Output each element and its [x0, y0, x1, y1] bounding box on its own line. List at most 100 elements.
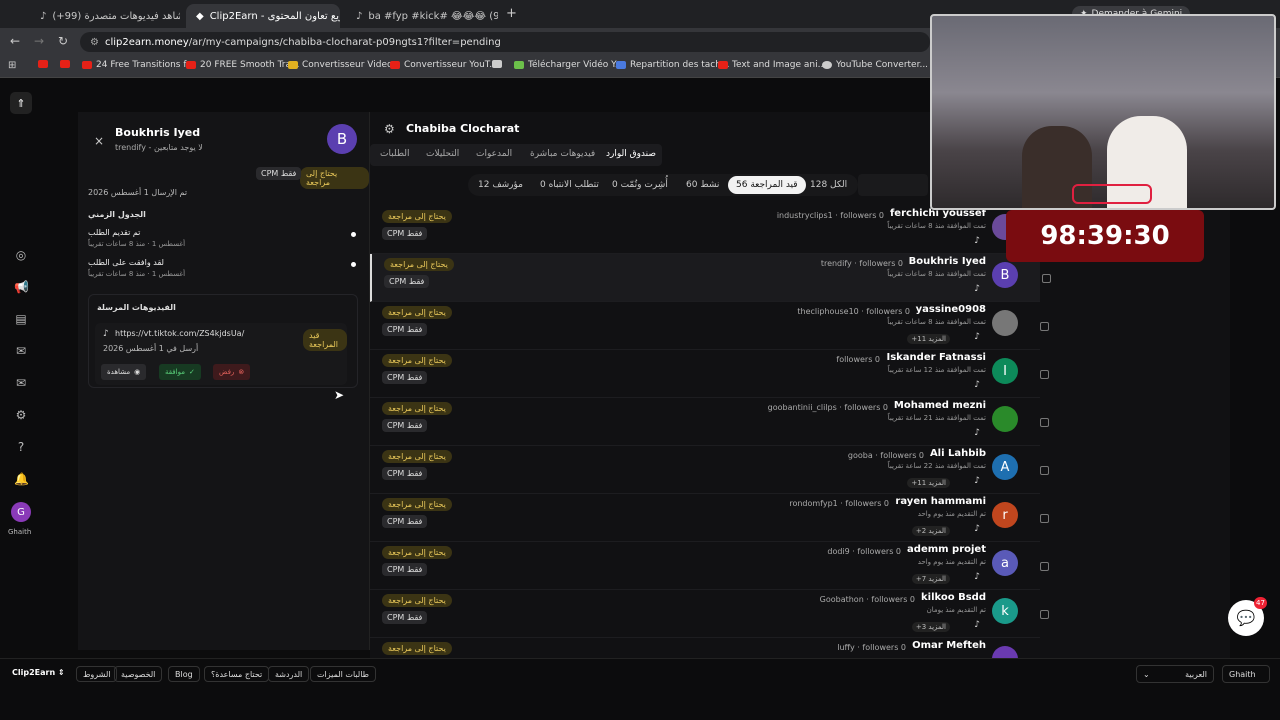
bookmark-1[interactable]: 24 Free Transitions f... [82, 60, 194, 70]
filter-pending[interactable]: قيد المراجعة 56 [728, 176, 806, 194]
user-avatar[interactable]: G [11, 502, 31, 522]
tiktok-icon[interactable]: ♪ [974, 476, 980, 486]
bookmark-youtube[interactable] [38, 60, 48, 68]
row-checkbox[interactable] [1040, 514, 1049, 523]
table-row[interactable]: يحتاج إلى مراجعة CPM فقط ademm projet تم ال… [370, 542, 1049, 590]
table-row[interactable]: يحتاج إلى مراجعةCPM فقطOmar Mefteh♪luffy… [370, 638, 1040, 658]
approve-button[interactable]: موافقة ✓ [159, 364, 201, 380]
footer-link-features[interactable]: طالبات الميزات [310, 666, 377, 682]
filter-active[interactable]: نشط 60 [678, 176, 727, 194]
table-row[interactable]: يحتاج إلى مراجعة CPM فقط Ali Lahbib تمت الم… [370, 446, 1049, 494]
table-row[interactable]: يحتاج إلى مراجعة CPM فقط Mohamed mezni تمت … [370, 398, 1049, 446]
row-checkbox[interactable] [1040, 322, 1049, 331]
tiktok-icon[interactable]: ♪ [974, 524, 980, 534]
tab-invited[interactable]: المدعوات [476, 149, 512, 159]
status-badge: يحتاج إلى مراجعة [382, 354, 452, 367]
applicant-name: Omar Mefteh [912, 640, 986, 651]
bookmark-4[interactable]: Convertisseur YouT... [390, 60, 498, 70]
cpm-chip: CPM فقط [382, 419, 428, 432]
tab-analytics[interactable]: التحليلات [426, 149, 459, 159]
close-icon[interactable]: × [94, 134, 104, 148]
row-checkbox[interactable] [1040, 370, 1049, 379]
row-checkbox[interactable] [1040, 466, 1049, 475]
table-row[interactable]: يحتاج إلى مراجعة CPM فقط Boukhris Iyed تمت … [370, 254, 1051, 302]
compass-icon[interactable]: ◎ [14, 248, 28, 262]
more-count[interactable]: +7 المزيد [911, 574, 950, 584]
footer-link-terms[interactable]: الشروط [76, 666, 118, 682]
table-row[interactable]: يحتاج إلى مراجعة CPM فقط rayen hammami تم ا… [370, 494, 1049, 542]
megaphone-icon[interactable]: 📢 [14, 280, 29, 294]
footer-link-blog[interactable]: Blog [168, 666, 200, 682]
tab-live-videos[interactable]: فيديوهات مباشرة [530, 149, 595, 159]
filter-flagged[interactable]: أُشِرت وتُمّت 0 [604, 176, 676, 194]
approval-time: تمت الموافقة منذ 21 ساعة تقريباً [887, 414, 986, 422]
filter-all[interactable]: الكل 128 [802, 176, 855, 194]
mail-icon[interactable]: ✉ [14, 376, 28, 390]
tiktok-icon[interactable]: ♪ [974, 620, 980, 630]
row-checkbox[interactable] [1040, 562, 1049, 571]
table-row[interactable]: يحتاج إلى مراجعة CPM فقط Iskander Fatnassi… [370, 350, 1049, 398]
table-row[interactable]: يحتاج إلى مراجعة CPM فقط ferchichi youssef… [370, 206, 1049, 254]
tiktok-icon[interactable]: ♪ [974, 572, 980, 582]
help-icon[interactable]: ? [14, 440, 28, 454]
footer-link-help[interactable]: تحتاج مساعدة؟ [204, 666, 270, 682]
view-button[interactable]: مشاهدة ◉ [101, 364, 147, 380]
bookmark-youtube-2[interactable] [60, 60, 70, 68]
bell-icon[interactable]: 🔔 [14, 472, 29, 486]
browser-tab-2[interactable]: ◆ Clip2Earn - تسريع تعاون المحتوى × [186, 4, 340, 28]
table-row[interactable]: يحتاج إلى مراجعة CPM فقط kilkoo Bsdd تم الت… [370, 590, 1049, 638]
browser-tab-1[interactable]: ♪ شاهد فيديوهات متصدرة (99+) × [30, 4, 180, 28]
tiktok-icon[interactable]: ♪ [974, 332, 980, 342]
sent-date: تم الإرسال 1 أغسطس 2026 [88, 188, 188, 197]
applicant-name: rayen hammami [895, 496, 986, 507]
settings-icon[interactable]: ⚙ [14, 408, 28, 422]
bookmark-6[interactable]: Télécharger Vidéo Y... [514, 60, 623, 70]
tiktok-icon[interactable]: ♪ [974, 380, 980, 390]
user-menu[interactable]: Ghaith [1222, 665, 1270, 683]
footer-bar: Clip2Earn ⇕ الشروط الخصوصية Blog تحتاج م… [0, 658, 1280, 688]
forward-icon[interactable]: → [34, 34, 44, 48]
bookmark-3[interactable]: Convertisseur Video... [288, 60, 401, 70]
row-checkbox[interactable] [1042, 274, 1051, 283]
filter-archived[interactable]: مؤرشف 12 [470, 176, 531, 194]
row-checkbox[interactable] [1040, 418, 1049, 427]
tiktok-icon[interactable]: ♪ [974, 284, 980, 294]
footer-link-chat[interactable]: الدردشة [268, 666, 310, 682]
document-icon[interactable]: ▤ [14, 312, 28, 326]
new-tab-button[interactable]: + [506, 6, 517, 21]
applicant-meta: gooba · followers 0 [847, 451, 924, 460]
gear-icon[interactable]: ⚙ [384, 122, 395, 136]
back-icon[interactable]: ← [10, 34, 20, 48]
language-select[interactable]: ⌄ العربية [1136, 665, 1214, 683]
more-count[interactable]: +3 المزيد [911, 622, 950, 632]
row-checkbox[interactable] [1040, 610, 1049, 619]
reload-icon[interactable]: ↻ [58, 34, 68, 48]
chat-icon[interactable]: ✉ [14, 344, 28, 358]
filter-attention[interactable]: تتطلب الانتباه 0 [532, 176, 607, 194]
footer-link-privacy[interactable]: الخصوصية [114, 666, 163, 682]
reject-button[interactable]: رفض ⊗ [213, 364, 251, 380]
url-field[interactable]: ⚙ clip2earn.money/ar/my-campaigns/chabib… [80, 32, 930, 52]
app-logo-icon[interactable]: ⇑ [10, 92, 32, 114]
x-circle-icon: ⊗ [238, 368, 245, 376]
footer-brand[interactable]: Clip2Earn ⇕ [12, 668, 65, 677]
tab-requests[interactable]: الطلبات [380, 149, 410, 159]
cpm-chip: CPM فقط [382, 563, 428, 576]
bookmark-5[interactable] [492, 60, 502, 68]
bookmark-9[interactable]: YouTube Converter... [822, 60, 928, 70]
more-count[interactable]: +11 المزيد [907, 334, 950, 344]
bookmark-7[interactable]: Repartition des tach... [616, 60, 730, 70]
tab-inbox[interactable]: صندوق الوارد [606, 149, 656, 159]
more-count[interactable]: +2 المزيد [911, 526, 950, 536]
browser-tab-3[interactable]: ♪ ba #fyp #kick# 😂😂😂 (99+) × [346, 4, 498, 28]
apps-grid-icon[interactable]: ⊞ [8, 60, 16, 71]
bookmark-8[interactable]: Text and Image ani... [718, 60, 826, 70]
tiktok-icon[interactable]: ♪ [974, 236, 980, 246]
search-input[interactable] [858, 174, 928, 196]
bookmark-2[interactable]: 20 FREE Smooth Tra... [186, 60, 300, 70]
tiktok-icon[interactable]: ♪ [974, 428, 980, 438]
more-count[interactable]: +11 المزيد [907, 478, 950, 488]
video-url[interactable]: https://vt.tiktok.com/ZS4kjdsUa/ [115, 329, 244, 338]
table-row[interactable]: يحتاج إلى مراجعة CPM فقط yassine0908 تمت ال… [370, 302, 1049, 350]
applicant-avatar: r [992, 502, 1018, 528]
